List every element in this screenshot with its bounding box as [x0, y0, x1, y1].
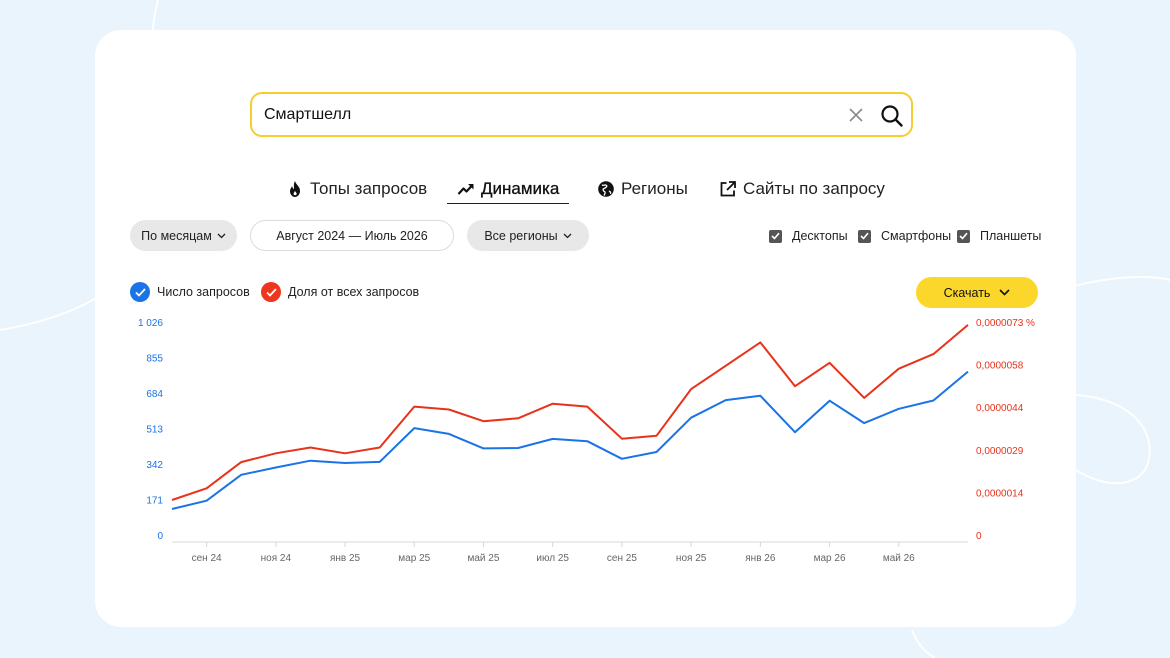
y-right-tick-label: 0,0000029	[976, 446, 1024, 457]
chevron-down-icon	[563, 233, 572, 238]
checkbox-icon[interactable]	[858, 229, 871, 243]
date-range-picker[interactable]: Август 2024 — Июль 2026	[250, 220, 454, 251]
y-right-tick-label: 0,0000044	[976, 403, 1024, 414]
y-right-tick-label: 0,0000058	[976, 361, 1024, 372]
search-icon[interactable]	[880, 104, 904, 128]
legend-label: Доля от всех запросов	[288, 285, 420, 299]
y-right-tick-label: 0,0000014	[976, 488, 1024, 499]
y-right-tick-label: 0,0000073 %	[976, 318, 1035, 329]
external-link-icon	[720, 181, 736, 197]
date-range-label: Август 2024 — Июль 2026	[276, 228, 428, 243]
series-line-query-count	[171, 370, 969, 510]
tab-label: Топы запросов	[310, 179, 428, 198]
device-label: Смартфоны	[881, 229, 952, 243]
x-tick-label: янв 25	[330, 553, 361, 564]
y-left-tick-label: 513	[146, 425, 163, 436]
download-button[interactable]: Скачать	[916, 277, 1038, 308]
x-tick-label: июл 25	[536, 553, 569, 564]
x-tick-label: янв 26	[745, 553, 776, 564]
check-circle-icon[interactable]	[261, 282, 281, 302]
device-smartphones[interactable]: Смартфоны	[858, 229, 951, 243]
fire-icon	[290, 181, 300, 197]
tab-dynamics[interactable]: Динамика	[447, 175, 570, 204]
legend-label: Число запросов	[157, 285, 250, 299]
tab-label: Динамика	[481, 179, 560, 198]
main-card: Топы запросов Динамика Регионы Сайты по …	[95, 30, 1076, 627]
x-tick-label: май 26	[883, 553, 915, 564]
x-tick-label: сен 25	[607, 553, 637, 564]
legend-share[interactable]: Доля от всех запросов	[261, 282, 419, 302]
device-desktops[interactable]: Десктопы	[769, 229, 848, 243]
x-tick-label: мар 25	[398, 553, 430, 564]
tab-regions[interactable]: Регионы	[597, 175, 688, 203]
device-label: Планшеты	[980, 229, 1042, 243]
x-tick-label: ноя 24	[261, 553, 292, 564]
tab-sites[interactable]: Сайты по запросу	[719, 175, 885, 203]
y-left-tick-label: 1 026	[138, 318, 163, 329]
tab-top-queries[interactable]: Топы запросов	[286, 175, 427, 203]
x-tick-label: ноя 25	[676, 553, 707, 564]
tab-bar: Топы запросов Динамика Регионы Сайты по …	[95, 175, 1076, 207]
y-left-tick-label: 171	[146, 496, 163, 507]
x-tick-label: мар 26	[814, 553, 846, 564]
y-left-tick-label: 684	[146, 389, 163, 400]
legend-query-count[interactable]: Число запросов	[130, 282, 250, 302]
chevron-down-icon	[217, 233, 226, 238]
trend-up-icon	[457, 184, 474, 195]
download-label: Скачать	[943, 285, 991, 300]
tab-label: Сайты по запросу	[743, 179, 885, 198]
x-tick-label: сен 24	[192, 553, 222, 564]
globe-icon	[598, 181, 614, 197]
y-left-tick-label: 342	[146, 460, 163, 471]
device-tablets[interactable]: Планшеты	[957, 229, 1041, 243]
period-label: По месяцам	[141, 228, 212, 243]
region-label: Все регионы	[484, 228, 558, 243]
check-circle-icon[interactable]	[130, 282, 150, 302]
chevron-down-icon	[999, 289, 1011, 296]
tab-label: Регионы	[621, 179, 688, 198]
checkbox-icon[interactable]	[769, 229, 782, 243]
checkbox-icon[interactable]	[957, 229, 970, 243]
region-select[interactable]: Все регионы	[467, 220, 589, 251]
x-tick-label: май 25	[468, 553, 500, 564]
device-label: Десктопы	[792, 229, 848, 243]
y-left-tick-label: 0	[157, 531, 163, 542]
clear-icon[interactable]	[848, 107, 864, 123]
search-input[interactable]	[264, 94, 824, 135]
period-select[interactable]: По месяцам	[130, 220, 237, 251]
y-right-tick-label: 0	[976, 531, 982, 542]
y-left-tick-label: 855	[146, 354, 163, 365]
search-box[interactable]	[250, 92, 913, 137]
series-line-share	[171, 324, 969, 501]
